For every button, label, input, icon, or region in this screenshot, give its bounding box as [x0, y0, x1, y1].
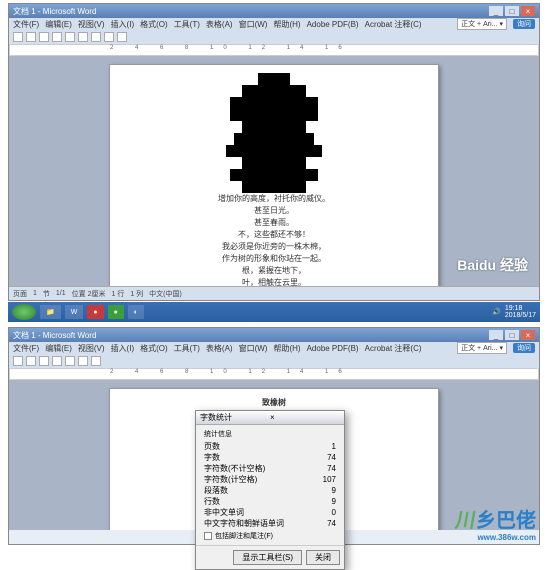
- word-count-dialog: 字数统计 × 统计信息 页数1 字数74 字符数(不计空格)74 字符数(计空格…: [195, 410, 345, 570]
- style-box[interactable]: 正文 + Ari...▾: [457, 18, 507, 30]
- maximize-button[interactable]: □: [505, 330, 519, 340]
- poem-title: 致橡树: [150, 397, 398, 409]
- print-icon[interactable]: [52, 32, 62, 42]
- dialog-footer: 显示工具栏(S) 关闭: [196, 545, 344, 569]
- poem-title: 致橡树: [150, 73, 398, 85]
- toolbar: [9, 30, 539, 44]
- page[interactable]: 致橡树 我如果爱你—— 绝不像攀援的凌霄花， 借你的高枝炫耀自己： 我如果爱你—…: [109, 64, 439, 286]
- menu-insert[interactable]: 插入(I): [111, 19, 135, 30]
- word-window-1: 文档 1 - Microsoft Word _ □ × 文件(F) 编辑(E) …: [8, 3, 540, 301]
- window-title: 文档 1 - Microsoft Word: [13, 6, 487, 17]
- menu-help[interactable]: 帮助(H): [273, 19, 300, 30]
- menubar: 文件(F) 编辑(E) 视图(V) 插入(I) 格式(O) 工具(T) 表格(A…: [9, 342, 539, 354]
- menu-pdf[interactable]: Adobe PDF(B): [307, 344, 359, 353]
- menu-table[interactable]: 表格(A): [206, 343, 233, 354]
- menu-window[interactable]: 窗口(W): [239, 19, 268, 30]
- paste-icon[interactable]: [91, 32, 101, 42]
- document-area: 致橡树 我如果爱你—— 绝不像攀援的凌霄花， 借你的高枝炫耀自己： 我如果爱你—…: [9, 56, 539, 286]
- dialog-body: 统计信息 页数1 字数74 字符数(不计空格)74 字符数(计空格)107 段落…: [196, 425, 344, 545]
- open-icon[interactable]: [26, 32, 36, 42]
- task-item[interactable]: W: [65, 305, 84, 319]
- menu-pdf[interactable]: Adobe PDF(B): [307, 20, 359, 29]
- minimize-button[interactable]: _: [489, 330, 503, 340]
- menu-format[interactable]: 格式(O): [140, 19, 168, 30]
- menu-format[interactable]: 格式(O): [140, 343, 168, 354]
- menu-file[interactable]: 文件(F): [13, 343, 39, 354]
- menu-tools[interactable]: 工具(T): [174, 19, 200, 30]
- style-box[interactable]: 正文 + Ari...▾: [457, 342, 507, 354]
- close-button[interactable]: ×: [521, 6, 535, 16]
- menu-table[interactable]: 表格(A): [206, 19, 233, 30]
- menu-acrobat[interactable]: Acrobat 注释(C): [365, 343, 422, 354]
- paste-icon[interactable]: [91, 356, 101, 366]
- menu-window[interactable]: 窗口(W): [239, 343, 268, 354]
- task-item[interactable]: ●: [108, 305, 124, 319]
- menu-edit[interactable]: 编辑(E): [45, 343, 72, 354]
- tray-icon[interactable]: 🔊: [492, 308, 501, 316]
- titlebar: 文档 1 - Microsoft Word _ □ ×: [9, 4, 539, 18]
- clock[interactable]: 19:182018/5/17: [505, 305, 536, 319]
- menubar: 文件(F) 编辑(E) 视图(V) 插入(I) 格式(O) 工具(T) 表格(A…: [9, 18, 539, 30]
- task-item[interactable]: ●: [87, 305, 103, 319]
- menu-acrobat[interactable]: Acrobat 注释(C): [365, 19, 422, 30]
- statusbar: 页面 1 节 1/1 位置 2厘米 1 行 1 列 中文(中国): [9, 286, 539, 300]
- dialog-close-icon[interactable]: ×: [270, 413, 340, 422]
- save-icon[interactable]: [39, 356, 49, 366]
- taskbar: 📁 W ● ● ◐ 🔊 19:182018/5/17: [8, 302, 540, 322]
- dialog-titlebar: 字数统计 ×: [196, 411, 344, 425]
- minimize-button[interactable]: _: [489, 6, 503, 16]
- include-footnotes-checkbox[interactable]: 包括脚注和尾注(F): [204, 531, 336, 541]
- undo-icon[interactable]: [104, 32, 114, 42]
- task-item[interactable]: ◐: [128, 305, 144, 319]
- maximize-button[interactable]: □: [505, 6, 519, 16]
- show-toolbar-button[interactable]: 显示工具栏(S): [233, 550, 302, 565]
- start-button[interactable]: [12, 304, 36, 320]
- titlebar: 文档 1 - Microsoft Word _ □ ×: [9, 328, 539, 342]
- open-icon[interactable]: [26, 356, 36, 366]
- cut-icon[interactable]: [65, 356, 75, 366]
- checkbox-icon[interactable]: [204, 532, 212, 540]
- menu-tools[interactable]: 工具(T): [174, 343, 200, 354]
- cut-icon[interactable]: [65, 32, 75, 42]
- ruler: 2 4 6 8 10 12 14 16: [9, 44, 539, 56]
- menu-view[interactable]: 视图(V): [78, 343, 105, 354]
- copy-icon[interactable]: [78, 32, 88, 42]
- menu-help[interactable]: 帮助(H): [273, 343, 300, 354]
- menu-file[interactable]: 文件(F): [13, 19, 39, 30]
- close-button[interactable]: ×: [521, 330, 535, 340]
- help-search[interactable]: 询问: [513, 19, 535, 29]
- task-item[interactable]: 📁: [40, 305, 61, 319]
- window-title: 文档 1 - Microsoft Word: [13, 330, 487, 341]
- redo-icon[interactable]: [117, 32, 127, 42]
- help-search[interactable]: 询问: [513, 343, 535, 353]
- system-tray: 🔊 19:182018/5/17: [492, 305, 536, 319]
- menu-edit[interactable]: 编辑(E): [45, 19, 72, 30]
- stats-heading: 统计信息: [204, 429, 336, 439]
- close-button[interactable]: 关闭: [306, 550, 340, 565]
- new-icon[interactable]: [13, 356, 23, 366]
- ruler: 2 4 6 8 10 12 14 16: [9, 368, 539, 380]
- new-icon[interactable]: [13, 32, 23, 42]
- menu-view[interactable]: 视图(V): [78, 19, 105, 30]
- menu-insert[interactable]: 插入(I): [111, 343, 135, 354]
- print-icon[interactable]: [52, 356, 62, 366]
- save-icon[interactable]: [39, 32, 49, 42]
- copy-icon[interactable]: [78, 356, 88, 366]
- dialog-title: 字数统计: [200, 412, 270, 423]
- toolbar: [9, 354, 539, 368]
